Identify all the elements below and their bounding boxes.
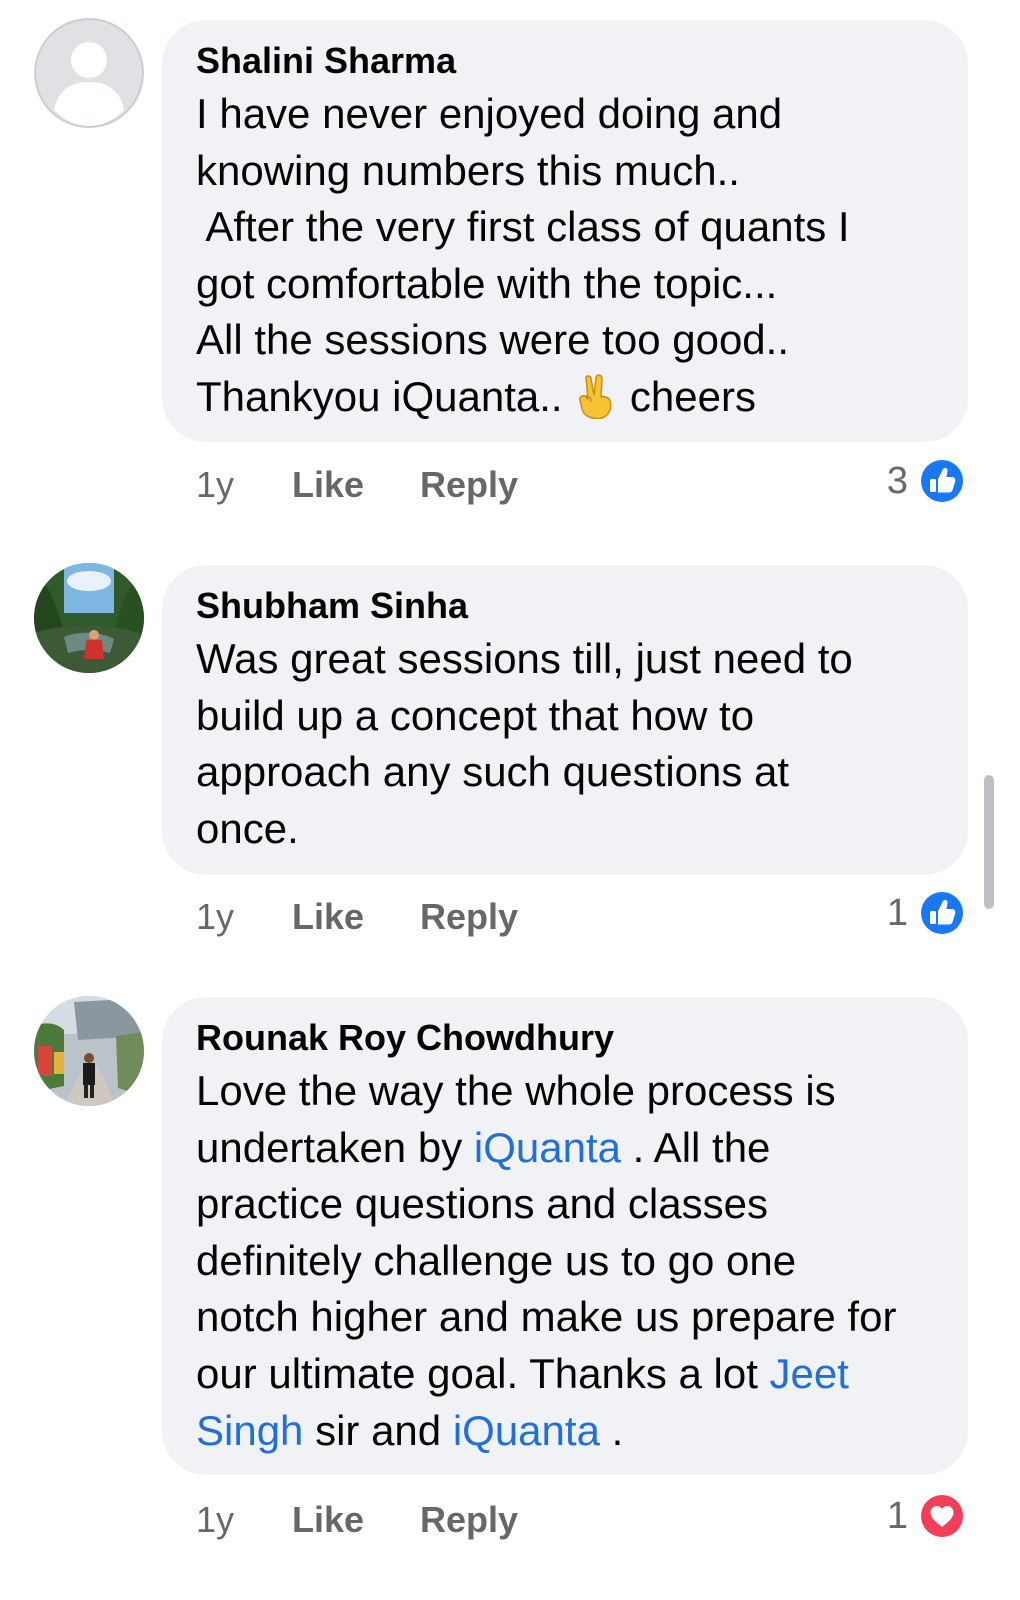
comment-bubble: Shalini Sharma I have never enjoyed doin… [162,20,968,442]
comment-author[interactable]: Rounak Roy Chowdhury [196,1017,948,1059]
mention-link-jeet-singh[interactable]: Jeet [770,1350,849,1397]
comment-text-segment: Thankyou iQuanta.. [196,372,575,420]
reply-button[interactable]: Reply [420,460,518,510]
default-profile-icon [34,18,144,128]
comment-timestamp[interactable]: 1y [196,1495,234,1545]
comment-text-segment: undertaken by [196,1123,474,1171]
profile-photo-river-icon [34,563,144,673]
love-icon [919,1493,965,1539]
reaction-summary[interactable]: 3 [887,456,966,506]
comment-timestamp[interactable]: 1y [196,460,234,510]
comment-text-segment: cheers [618,372,756,420]
comment-line: All the sessions were too good.. [196,316,790,364]
comment-line: notch higher and make us prepare for [196,1293,897,1341]
avatar-photo[interactable] [34,563,144,673]
comment-line: Was great sessions till, just need to [196,635,853,682]
reply-button[interactable]: Reply [420,892,518,942]
like-icon [919,890,965,936]
comment-line: I have never enjoyed doing and [196,90,783,137]
like-icon [919,458,965,504]
comment-line: our ultimate goal. Thanks a lot Jeet [196,1346,948,1403]
comment-line: Singh sir and iQuanta . [196,1403,948,1460]
comment-line: knowing numbers this much.. [196,146,740,194]
like-button[interactable]: Like [292,460,364,510]
comment-line: undertaken by iQuanta . All the [196,1120,948,1177]
comment-line: approach any such questions at [196,748,790,796]
comment-bubble: Rounak Roy Chowdhury Love the way the wh… [162,997,968,1475]
reaction-count: 1 [886,892,908,934]
victory-hand-emoji-icon [574,373,618,434]
like-button[interactable]: Like [292,1495,364,1545]
comment-line: once. [196,804,299,852]
comment-timestamp[interactable]: 1y [196,892,234,942]
scrollbar-thumb[interactable] [984,775,994,909]
reaction-count: 1 [886,1495,908,1537]
reply-button[interactable]: Reply [420,1495,518,1545]
reaction-summary[interactable]: 1 [887,1491,966,1541]
comment-text-segment: sir and [303,1406,453,1454]
comment-text: I have never enjoyed doing and knowing n… [196,86,948,434]
comment-line-with-emoji: Thankyou iQuanta.. cheers [196,369,948,434]
comment-author[interactable]: Shubham Sinha [196,585,948,627]
comment-line: got comfortable with the topic... [196,259,778,307]
comment-text-segment: . [599,1406,624,1454]
reaction-count: 3 [886,460,908,502]
profile-photo-market-icon [34,996,144,1106]
comment-bubble: Shubham Sinha Was great sessions till, j… [162,565,968,875]
mention-link-iquanta[interactable]: iQuanta [474,1124,621,1171]
comment-line: practice questions and classes [196,1180,768,1228]
avatar-photo[interactable] [34,996,144,1106]
comments-feed: Shalini Sharma I have never enjoyed doin… [0,0,1020,1600]
comment-line: After the very first class of quants I [196,203,850,251]
comment-author[interactable]: Shalini Sharma [196,40,948,82]
like-button[interactable]: Like [292,892,364,942]
comment-text-segment: our ultimate goal. Thanks a lot [196,1349,770,1397]
comment-line: Love the way the whole process is [196,1067,836,1114]
comment-line: build up a concept that how to [196,691,755,739]
comment-line: definitely challenge us to go one [196,1236,797,1284]
reaction-summary[interactable]: 1 [887,888,966,938]
comment-text-segment: . All the [620,1123,771,1171]
mention-link-jeet-singh[interactable]: Singh [196,1407,303,1454]
comment-text: Love the way the whole process is undert… [196,1063,948,1459]
comment-text: Was great sessions till, just need to bu… [196,631,948,857]
avatar-default-profile[interactable] [34,18,144,128]
mention-link-iquanta[interactable]: iQuanta [453,1407,600,1454]
